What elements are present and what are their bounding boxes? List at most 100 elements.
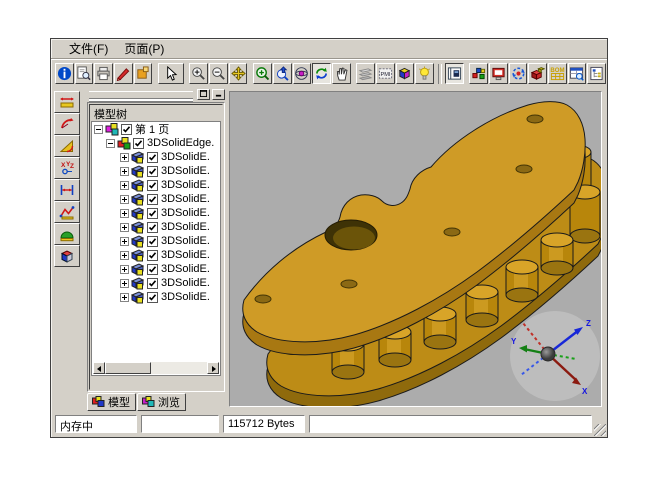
- expand-icon[interactable]: [120, 223, 129, 232]
- print-button[interactable]: [94, 63, 113, 84]
- measure-distance-button[interactable]: [54, 91, 80, 113]
- expand-icon[interactable]: [120, 293, 129, 302]
- checkbox-checked-icon[interactable]: [147, 208, 158, 219]
- tree-item-solid[interactable]: 3DSolidE.: [92, 220, 220, 234]
- select-cursor-button[interactable]: [158, 63, 184, 84]
- tree-item-solid[interactable]: 3DSolidE.: [92, 206, 220, 220]
- render-layers-button[interactable]: [356, 63, 375, 84]
- collapse-icon[interactable]: [94, 125, 103, 134]
- measure-angle-button[interactable]: [54, 135, 80, 157]
- bom-button[interactable]: BOM: [548, 63, 567, 84]
- tree-item-label[interactable]: 3DSolidEdge.: [147, 137, 214, 149]
- menu-file[interactable]: 文件(F): [61, 39, 116, 58]
- checkbox-checked-icon[interactable]: [147, 152, 158, 163]
- zoom-window-button[interactable]: [253, 63, 272, 84]
- tree-item-solid[interactable]: 3DSolidE.: [92, 234, 220, 248]
- expand-icon[interactable]: [120, 167, 129, 176]
- tree-item-solid[interactable]: 3DSolidE.: [92, 248, 220, 262]
- measure-curve-button[interactable]: [54, 201, 80, 223]
- tree-hscrollbar[interactable]: [93, 362, 219, 374]
- expand-icon[interactable]: [120, 195, 129, 204]
- tree-item-solid[interactable]: 3DSolidE.: [92, 178, 220, 192]
- tree-item-label[interactable]: 3DSolidE.: [161, 249, 210, 261]
- panel-gripper[interactable]: [87, 89, 225, 99]
- checkbox-checked-icon[interactable]: [147, 292, 158, 303]
- measure-area-button[interactable]: [54, 223, 80, 245]
- markup-pen-button[interactable]: [114, 63, 133, 84]
- update-view-button[interactable]: [509, 63, 528, 84]
- checkbox-checked-icon[interactable]: [147, 194, 158, 205]
- measure-coordinate-button[interactable]: XYZ: [54, 157, 80, 179]
- checkbox-checked-icon[interactable]: [147, 278, 158, 289]
- menu-page[interactable]: 页面(P): [116, 39, 172, 58]
- tree-item-label[interactable]: 3DSolidE.: [161, 221, 210, 233]
- tree-item-solid[interactable]: 3DSolidE.: [92, 276, 220, 290]
- panel-maximize-button[interactable]: [197, 89, 210, 100]
- checkbox-checked-icon[interactable]: [147, 166, 158, 177]
- scroll-left-arrow[interactable]: [93, 362, 105, 374]
- print-preview-button[interactable]: [75, 63, 94, 84]
- expand-icon[interactable]: [120, 209, 129, 218]
- panel-toggle-button[interactable]: [445, 63, 464, 84]
- tree-item-label[interactable]: 3DSolidE.: [161, 291, 210, 303]
- tree-item-label[interactable]: 3DSolidE.: [161, 193, 210, 205]
- tree-item-label[interactable]: 3DSolidE.: [161, 263, 210, 275]
- zoom-in-button[interactable]: [189, 63, 208, 84]
- expand-icon[interactable]: [120, 181, 129, 190]
- tree-item-solid[interactable]: 3DSolidE.: [92, 150, 220, 164]
- report-table-button[interactable]: [568, 63, 587, 84]
- panel-hide-button[interactable]: [212, 89, 225, 100]
- tree-item-label[interactable]: 3DSolidE.: [161, 277, 210, 289]
- tree-item-solid[interactable]: 3DSolidE.: [92, 164, 220, 178]
- rotate-view-button[interactable]: [312, 63, 331, 84]
- resize-grip[interactable]: [594, 424, 606, 436]
- capture-button[interactable]: [489, 63, 508, 84]
- scroll-thumb[interactable]: [105, 362, 151, 374]
- zoom-dynamic-button[interactable]: [273, 63, 292, 84]
- tree-item-solid[interactable]: 3DSolidE.: [92, 290, 220, 304]
- tree-item-solid[interactable]: 3DSolidE.: [92, 192, 220, 206]
- checkbox-checked-icon[interactable]: [147, 222, 158, 233]
- info-button[interactable]: [55, 63, 74, 84]
- view-cube-button[interactable]: [396, 63, 415, 84]
- checkbox-checked-icon[interactable]: [147, 250, 158, 261]
- tree-item-label[interactable]: 3DSolidE.: [161, 207, 210, 219]
- explode-blocks-button[interactable]: [528, 63, 547, 84]
- expand-icon[interactable]: [120, 153, 129, 162]
- checkbox-checked-icon[interactable]: [121, 124, 132, 135]
- tree-item-label[interactable]: 3DSolidE.: [161, 179, 210, 191]
- expand-icon[interactable]: [120, 279, 129, 288]
- measure-volume-button[interactable]: [54, 245, 80, 267]
- scroll-right-arrow[interactable]: [207, 362, 219, 374]
- measure-radius-button[interactable]: [54, 113, 80, 135]
- tree-item-label[interactable]: 3DSolidE.: [161, 165, 210, 177]
- pan-hand-button[interactable]: [332, 63, 351, 84]
- tab-model[interactable]: 模型: [87, 393, 136, 411]
- tree-toggle-button[interactable]: [587, 63, 606, 84]
- orientation-compass[interactable]: Z X Y: [510, 311, 600, 401]
- tree-item-label[interactable]: 3DSolidE.: [161, 235, 210, 247]
- tree-item-label[interactable]: 3DSolidE.: [161, 151, 210, 163]
- expand-icon[interactable]: [120, 237, 129, 246]
- light-button[interactable]: [415, 63, 434, 84]
- tree-item-page[interactable]: 第 1 页: [92, 122, 220, 136]
- checkbox-checked-icon[interactable]: [147, 180, 158, 191]
- orbit-button[interactable]: [293, 63, 312, 84]
- tree-item-solid[interactable]: 3DSolidE.: [92, 262, 220, 276]
- stamp-button[interactable]: [134, 63, 153, 84]
- checkbox-checked-icon[interactable]: [133, 138, 144, 149]
- tab-browse[interactable]: 浏览: [137, 393, 186, 411]
- pan-cross-button[interactable]: [229, 63, 248, 84]
- expand-icon[interactable]: [120, 265, 129, 274]
- pmi-button[interactable]: PMI: [376, 63, 395, 84]
- expand-icon[interactable]: [120, 251, 129, 260]
- assembly-colors-button[interactable]: [469, 63, 488, 84]
- collapse-icon[interactable]: [106, 139, 115, 148]
- measure-gap-button[interactable]: [54, 179, 80, 201]
- viewport-3d[interactable]: Z X Y: [229, 91, 602, 407]
- checkbox-checked-icon[interactable]: [147, 264, 158, 275]
- tree-item-label[interactable]: 第 1 页: [135, 121, 169, 137]
- tree-item-assembly[interactable]: 3DSolidEdge.: [92, 136, 220, 150]
- checkbox-checked-icon[interactable]: [147, 236, 158, 247]
- zoom-out-button[interactable]: [209, 63, 228, 84]
